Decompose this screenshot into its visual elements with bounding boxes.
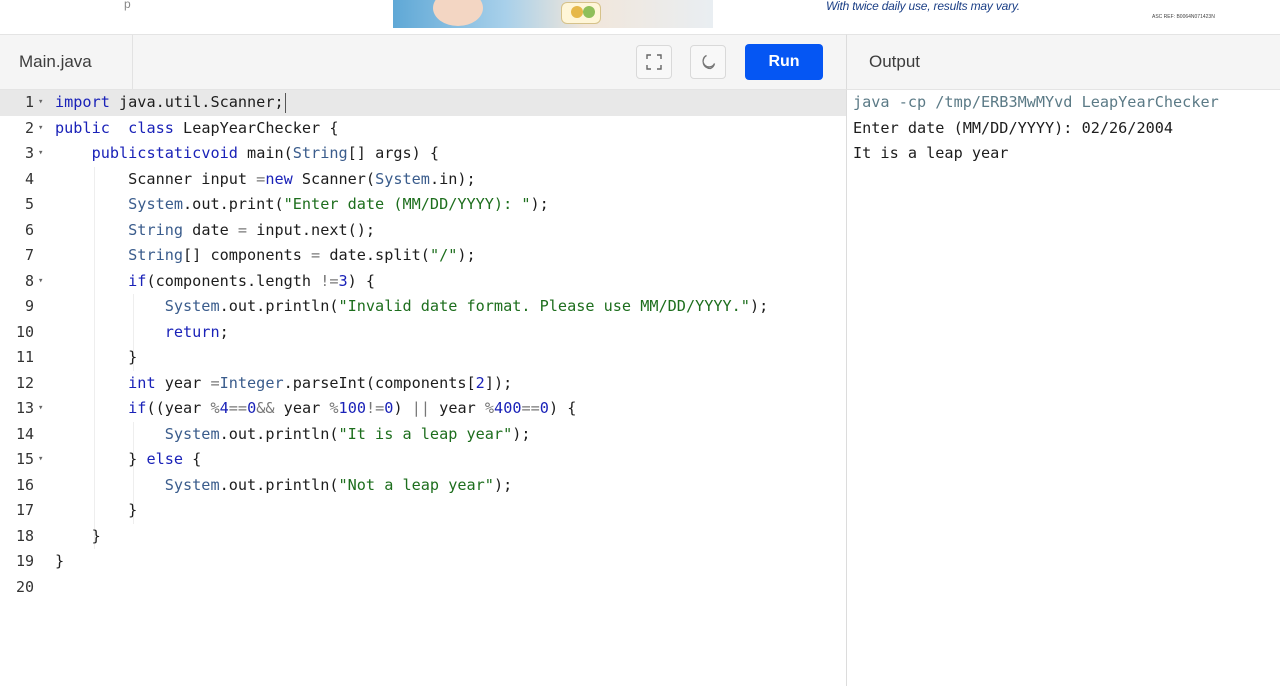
line-number: 13 <box>15 399 34 417</box>
code-line[interactable]: 6 String date = input.next(); <box>0 218 846 244</box>
line-number: 3 <box>24 144 34 162</box>
code-text: } <box>55 552 65 570</box>
output-pane: java -cp /tmp/ERB3MwMYvd LeapYearChecker… <box>846 90 1280 686</box>
output-header: Output <box>846 34 1280 90</box>
line-number: 2 <box>24 118 34 137</box>
code-line[interactable]: 14 System.out.println("It is a leap year… <box>0 422 846 448</box>
code-line[interactable]: 11 } <box>0 345 846 371</box>
line-number: 17 <box>15 501 34 519</box>
output-line: It is a leap year <box>853 144 1009 162</box>
code-line[interactable]: 5 System.out.print("Enter date (MM/DD/YY… <box>0 192 846 218</box>
ad-tagline: With twice daily use, results may vary. <box>826 0 1020 13</box>
code-text: } <box>55 501 138 519</box>
line-number: 7 <box>24 246 34 264</box>
code-line[interactable]: 17 } <box>0 498 846 524</box>
line-number: 6 <box>24 220 34 239</box>
code-line[interactable]: 12 int year =Integer.parseInt(components… <box>0 371 846 397</box>
fold-arrow-icon[interactable]: ▾ <box>38 447 43 473</box>
code-text: System.out.println("Invalid date format.… <box>164 297 769 315</box>
code-text: publicstaticvoid main(String[] args) { <box>91 144 440 162</box>
output-command: java -cp /tmp/ERB3MwMYvd LeapYearChecker <box>853 93 1219 111</box>
code-text: } <box>55 348 138 366</box>
code-text: System.out.println("It is a leap year"); <box>164 424 531 443</box>
code-line[interactable]: 3 ▾ publicstaticvoid main(String[] args) … <box>0 141 846 167</box>
line-number: 4 <box>24 169 34 188</box>
ad-reference: ASC REF: B0064N071423N <box>1152 14 1215 20</box>
line-number: 1 <box>24 93 34 111</box>
code-text: Scanner input =new Scanner(System.in); <box>55 169 476 188</box>
fold-arrow-icon[interactable]: ▾ <box>38 116 43 142</box>
ad-banner[interactable]: p With twice daily use, results may vary… <box>0 0 1280 34</box>
code-line[interactable]: 2 ▾ public class LeapYearChecker { <box>0 116 846 142</box>
line-number: 5 <box>24 195 34 213</box>
ad-person-shape <box>433 0 483 26</box>
moon-icon <box>702 54 716 70</box>
output-title: Output <box>869 52 921 71</box>
fold-arrow-icon[interactable]: ▾ <box>38 90 43 116</box>
text-cursor <box>284 92 286 113</box>
file-tab[interactable]: Main.java <box>0 35 133 89</box>
code-text: String date = input.next(); <box>128 220 376 239</box>
code-text: if((year %4==0&& year %100!=0) || year %… <box>128 399 577 417</box>
ad-left-text: p <box>124 0 131 11</box>
code-line[interactable]: 19} <box>0 549 846 575</box>
code-line[interactable]: 20 <box>0 575 846 601</box>
code-text: import java.util.Scanner; <box>55 92 286 113</box>
code-text: String[] components = date.split("/"); <box>128 246 476 264</box>
line-number: 12 <box>15 373 34 392</box>
code-text: if(components.length !=3) { <box>128 271 376 290</box>
line-number: 19 <box>15 552 34 570</box>
code-line[interactable]: 4 Scanner input =new Scanner(System.in); <box>0 167 846 193</box>
fold-arrow-icon[interactable]: ▾ <box>38 396 43 422</box>
code-text: System.out.println("Not a leap year"); <box>164 475 513 494</box>
line-number: 20 <box>15 577 34 596</box>
code-line[interactable]: 18 } <box>0 524 846 550</box>
code-text: } else { <box>55 450 202 468</box>
line-number: 18 <box>15 526 34 545</box>
editor-toolbar: Main.java Run <box>0 34 846 90</box>
code-line[interactable]: 9 System.out.println("Invalid date forma… <box>0 294 846 320</box>
code-text: return; <box>164 322 229 341</box>
line-number: 10 <box>15 322 34 341</box>
code-text: System.out.print("Enter date (MM/DD/YYYY… <box>128 195 549 213</box>
run-button[interactable]: Run <box>745 44 823 80</box>
code-line[interactable]: 15 ▾ } else { <box>0 447 846 473</box>
output-line: Enter date (MM/DD/YYYY): 02/26/2004 <box>853 118 1174 137</box>
ad-image[interactable] <box>393 0 713 28</box>
code-line[interactable]: 8 ▾ if(components.length !=3) { <box>0 269 846 295</box>
code-editor[interactable]: 1 ▾ import java.util.Scanner; 2 ▾ public clas… <box>0 90 846 686</box>
code-text: int year =Integer.parseInt(components[2]… <box>128 373 513 392</box>
fullscreen-icon <box>646 54 662 70</box>
code-line[interactable]: 7 String[] components = date.split("/"); <box>0 243 846 269</box>
line-number: 14 <box>15 424 34 443</box>
fold-arrow-icon[interactable]: ▾ <box>38 141 43 167</box>
code-text: public class LeapYearChecker { <box>55 118 339 137</box>
file-tab-label: Main.java <box>19 52 92 71</box>
theme-toggle-button[interactable] <box>690 45 726 79</box>
code-text: } <box>55 526 101 545</box>
fullscreen-button[interactable] <box>636 45 672 79</box>
code-line[interactable]: 16 System.out.println("Not a leap year")… <box>0 473 846 499</box>
fold-arrow-icon[interactable]: ▾ <box>38 269 43 295</box>
ad-fruit-shape <box>583 6 595 18</box>
ad-fruit-shape <box>571 6 583 18</box>
line-number: 15 <box>15 450 34 468</box>
line-number: 11 <box>15 348 34 366</box>
line-number: 9 <box>24 297 34 315</box>
code-line[interactable]: 10 return; <box>0 320 846 346</box>
line-number: 16 <box>15 475 34 494</box>
line-number: 8 <box>24 271 34 290</box>
code-line[interactable]: 13 ▾ if((year %4==0&& year %100!=0) || ye… <box>0 396 846 422</box>
code-line[interactable]: 1 ▾ import java.util.Scanner; <box>0 90 846 116</box>
